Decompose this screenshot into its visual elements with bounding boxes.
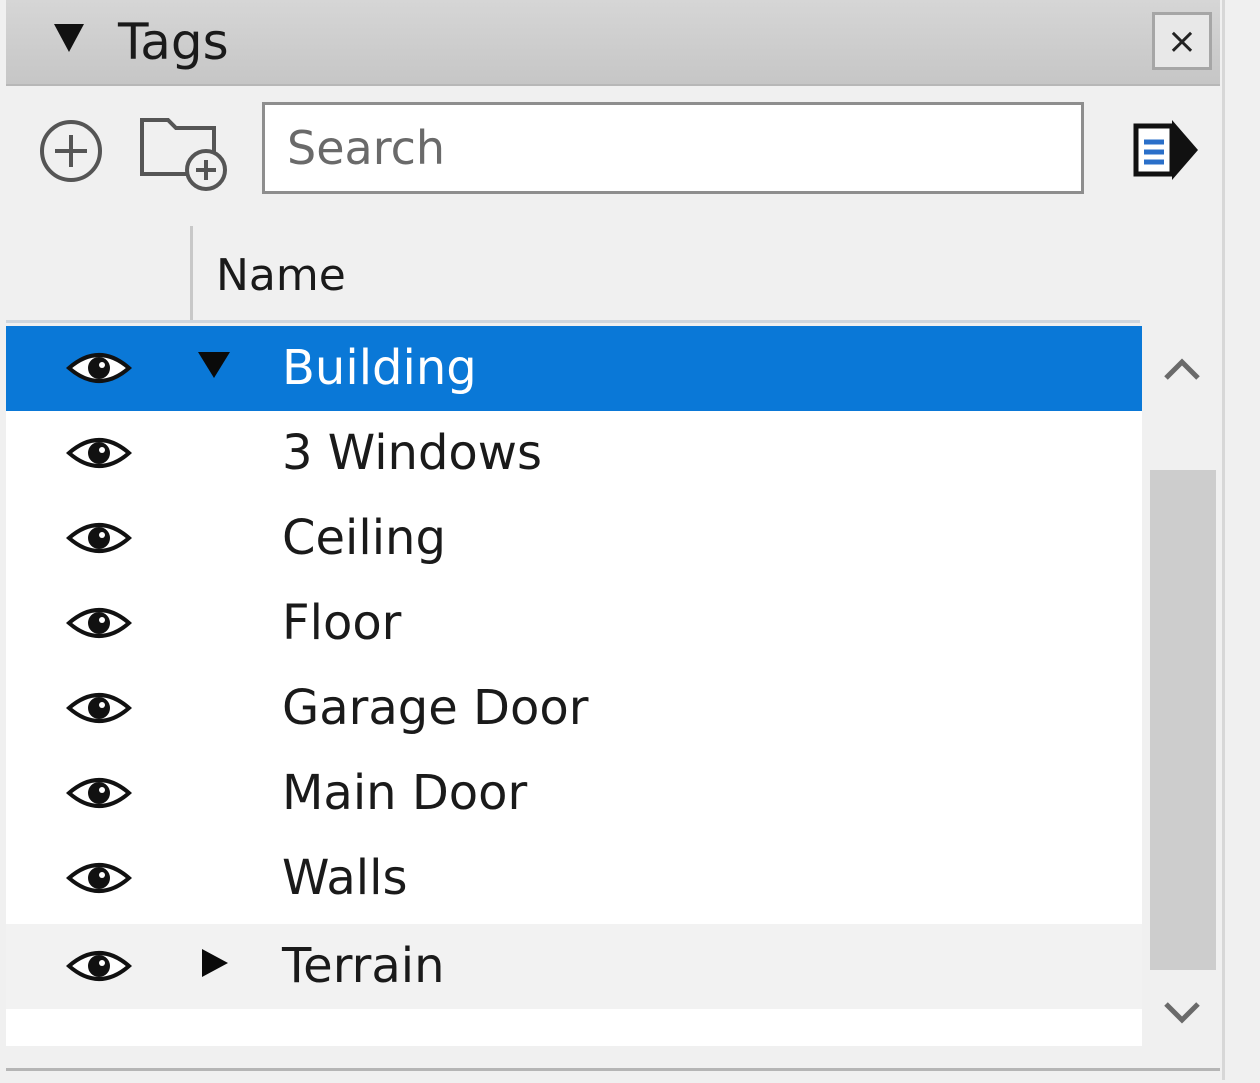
tags-panel: Tags × Name xyxy=(0,0,1225,1083)
tag-label: Terrain xyxy=(282,938,445,994)
tag-label: Main Door xyxy=(282,765,528,821)
tag-row-building[interactable]: Building xyxy=(6,326,1142,411)
visibility-eye-icon[interactable] xyxy=(66,518,132,558)
tag-label: Ceiling xyxy=(282,510,446,566)
tag-label: Walls xyxy=(282,850,408,906)
tag-row-floor[interactable]: Floor xyxy=(6,581,1142,666)
tag-row-garage-door[interactable]: Garage Door xyxy=(6,666,1142,751)
visibility-eye-icon[interactable] xyxy=(66,348,132,388)
collapse-triangle-icon[interactable] xyxy=(54,24,84,52)
tag-row-main-door[interactable]: Main Door xyxy=(6,751,1142,836)
visibility-eye-icon[interactable] xyxy=(66,858,132,898)
tag-row-terrain[interactable]: Terrain xyxy=(6,924,1142,1009)
visibility-eye-icon[interactable] xyxy=(66,946,132,986)
panel-titlebar[interactable]: Tags × xyxy=(6,0,1220,86)
tag-label: Floor xyxy=(282,595,402,651)
column-separator[interactable] xyxy=(190,226,193,320)
add-tag-icon[interactable] xyxy=(38,118,104,184)
search-input[interactable] xyxy=(262,102,1084,194)
visibility-eye-icon[interactable] xyxy=(66,603,132,643)
panel-bottom-edge xyxy=(6,1068,1220,1083)
scrollbar-thumb[interactable] xyxy=(1150,470,1216,970)
visibility-eye-icon[interactable] xyxy=(66,773,132,813)
tag-label: Garage Door xyxy=(282,680,589,736)
panel-title: Tags xyxy=(118,13,229,71)
close-button[interactable]: × xyxy=(1152,12,1212,70)
scroll-down-icon[interactable] xyxy=(1160,998,1204,1028)
column-header-name[interactable]: Name xyxy=(216,250,346,301)
add-folder-icon[interactable] xyxy=(138,112,234,192)
visibility-eye-icon[interactable] xyxy=(66,433,132,473)
visibility-eye-icon[interactable] xyxy=(66,688,132,728)
scroll-up-icon[interactable] xyxy=(1160,354,1204,384)
column-header: Name xyxy=(6,226,1140,323)
tag-list: Building 3 Windows Ceiling Floor Garage … xyxy=(6,326,1142,1046)
details-export-icon[interactable] xyxy=(1130,110,1202,186)
tag-row-walls[interactable]: Walls xyxy=(6,836,1142,921)
tag-label: 3 Windows xyxy=(282,425,543,481)
tag-row-ceiling[interactable]: Ceiling xyxy=(6,496,1142,581)
tag-label: Building xyxy=(282,340,477,396)
tag-row-3-windows[interactable]: 3 Windows xyxy=(6,411,1142,496)
expand-right-triangle-icon[interactable] xyxy=(196,946,232,980)
expand-triangle-icon[interactable] xyxy=(196,348,232,382)
